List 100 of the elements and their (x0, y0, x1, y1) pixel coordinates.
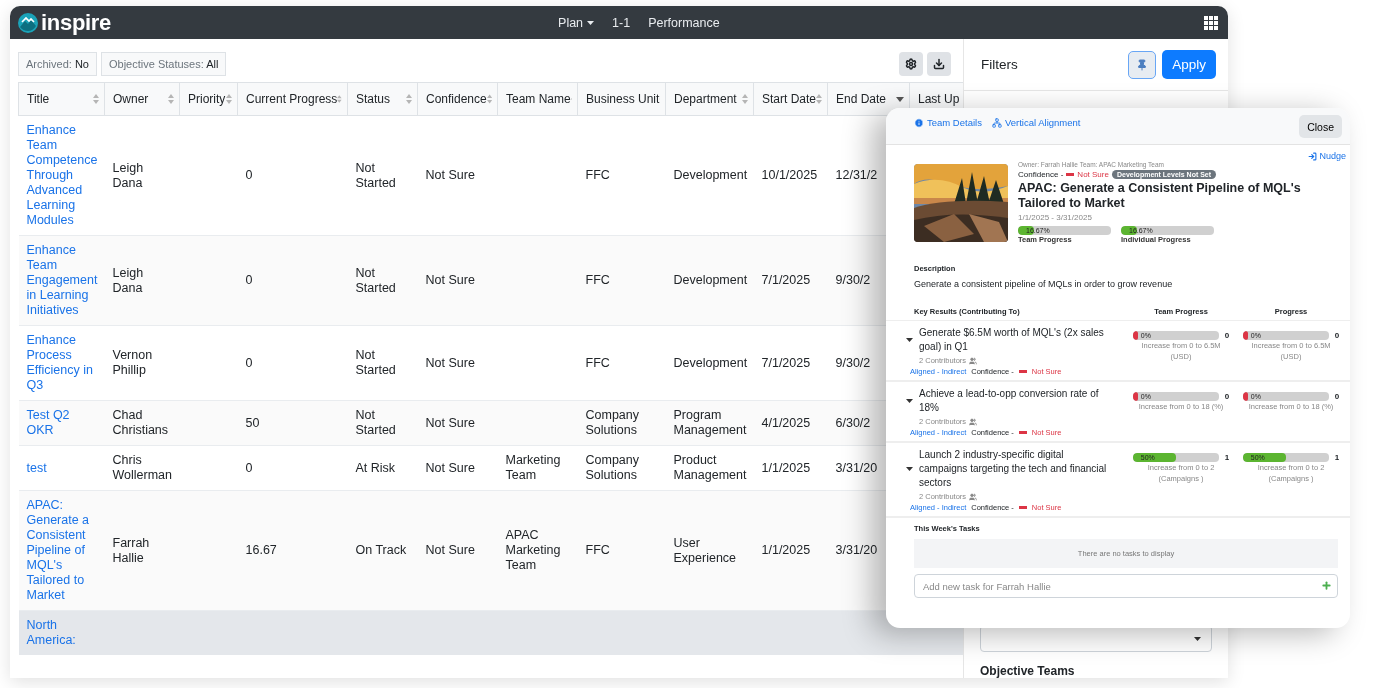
table-cell: Not Started (355, 160, 396, 190)
table-cell: 7/1/2025 (761, 355, 811, 370)
table-cell: FFC (585, 273, 610, 287)
caret-icon (906, 467, 913, 471)
filter-chip[interactable]: Archived: No (18, 52, 97, 76)
table-cell: Not Sure (425, 543, 475, 557)
objective-link[interactable]: test (26, 460, 99, 476)
table-cell: Not Started (355, 408, 396, 437)
nav-link[interactable]: 1-1 (605, 11, 638, 34)
objective-link[interactable]: Enhance Team Engagement in Learning Initiatives (26, 243, 99, 318)
table-cell: 1/1/2025 (761, 543, 811, 557)
apps-grid-icon[interactable] (1204, 15, 1218, 30)
logo-icon (18, 12, 38, 33)
nav-link[interactable]: Performance (641, 11, 727, 34)
table-cell: Program Management (673, 408, 747, 437)
table-cell: Marketing Team (505, 453, 561, 482)
pin-button[interactable] (1128, 50, 1157, 79)
table-cell: 4/1/2025 (761, 415, 811, 430)
table-cell: On Track (355, 543, 407, 557)
objective-link[interactable]: North America: (26, 618, 99, 648)
dash-icon (1066, 173, 1075, 176)
column-header[interactable]: Status (347, 82, 418, 116)
dash-icon (1018, 370, 1027, 373)
apply-button[interactable]: Apply (1162, 50, 1216, 79)
table-cell: FFC (585, 355, 610, 370)
info-icon (914, 117, 924, 128)
users-icon (969, 492, 978, 501)
table-cell: At Risk (355, 460, 396, 475)
column-header[interactable]: Title (18, 82, 105, 116)
users-icon (969, 417, 978, 426)
column-header[interactable]: Current Progress (237, 82, 348, 116)
table-cell: Not Sure (425, 415, 475, 430)
progress-value: 0 (1334, 331, 1340, 340)
progress-value: 1 (1224, 453, 1230, 462)
column-header[interactable]: Department (665, 82, 754, 116)
column-header[interactable]: Start Date (753, 82, 828, 116)
table-cell: Not Sure (425, 355, 475, 370)
settings-button[interactable] (899, 52, 923, 76)
progress-value: 0 (1334, 392, 1340, 401)
table-cell: FFC (585, 168, 610, 182)
table-cell: 3/31/20 (835, 460, 878, 475)
column-header[interactable]: Team Name (497, 82, 578, 116)
close-button[interactable]: Close (1299, 115, 1342, 138)
table-cell: 9/30/2 (835, 355, 871, 370)
highlighted-row[interactable]: North America: (18, 610, 963, 655)
objective-link[interactable]: Enhance Process Efficiency in Q3 (26, 333, 99, 393)
key-result-title: Generate $6.5M worth of MQL's (2x sales goal) in Q1 (919, 326, 1105, 354)
column-header[interactable]: Owner (104, 82, 180, 116)
dash-icon (1018, 431, 1027, 434)
table-cell: Company Solutions (585, 453, 639, 482)
column-header[interactable]: Business Unit (577, 82, 666, 116)
key-result-title: Launch 2 industry-specific digital campaigns targeting the tech and financial sectors (919, 448, 1108, 490)
table-cell: Not Started (355, 265, 396, 295)
table-cell: Company Solutions (585, 408, 639, 437)
table-cell: 50 (245, 415, 260, 430)
objective-link[interactable]: Enhance Team Competence Through Advanced Learning Modules (26, 123, 99, 228)
table-cell: 6/30/2 (835, 415, 871, 430)
table-cell: 0 (245, 168, 253, 182)
table-cell: Product Management (673, 453, 747, 482)
table-cell: Leigh Dana (112, 160, 144, 190)
column-header[interactable]: Confidence (417, 82, 498, 116)
key-result-title: Achieve a lead-to-opp conversion rate of 18% (919, 387, 1100, 415)
table-cell: 10/1/2025 (761, 168, 818, 182)
date-range: 1/1/2025 - 3/31/2025 (1018, 213, 1093, 222)
table-cell: 0 (245, 355, 253, 370)
table-cell: 0 (245, 460, 253, 475)
description-text: Generate a consistent pipeline of MQLs in order to grow revenue (914, 279, 1174, 289)
table-cell: Development (673, 168, 748, 182)
caret-icon (1194, 636, 1201, 641)
column-header[interactable]: End Date (827, 82, 910, 116)
table-cell: Leigh Dana (112, 265, 144, 295)
users-icon (969, 356, 978, 365)
column-header[interactable]: Priority (179, 82, 238, 116)
nudge-link[interactable]: Nudge (1308, 151, 1346, 161)
add-icon[interactable] (1321, 580, 1332, 591)
objective-link[interactable]: APAC: Generate a Consistent Pipeline of MQL's Tailored to Market (26, 498, 99, 603)
filter-chip[interactable]: Objective Statuses: All (101, 52, 227, 76)
table-cell: 12/31/2 (835, 168, 878, 182)
tab-link[interactable]: Team Details (914, 117, 982, 128)
download-button[interactable] (927, 52, 951, 76)
table-cell: 1/1/2025 (761, 460, 811, 475)
table-cell: Development (673, 355, 748, 370)
section-label: Objective Teams (980, 664, 1076, 678)
task-input[interactable]: Add new task for Farrah Hallie (914, 574, 1338, 598)
table-cell: Not Sure (425, 168, 475, 182)
pin-icon (1136, 58, 1149, 71)
dash-icon (1018, 506, 1027, 509)
table-cell: Farrah Hallie (112, 535, 150, 565)
brand-name: inspire (41, 9, 112, 36)
objective-link[interactable]: Test Q2 OKR (26, 408, 99, 438)
table-cell: Not Started (355, 348, 396, 377)
table-cell: Chad Christians (112, 408, 169, 437)
table-cell: 9/30/2 (835, 273, 871, 287)
table-cell: Vernon Phillip (112, 348, 153, 377)
progress-value: 0 (1224, 392, 1230, 401)
sign-in-icon (1308, 151, 1318, 161)
table-cell: APAC Marketing Team (505, 528, 561, 572)
nav-link[interactable]: Plan (551, 11, 602, 34)
progress-value: 1 (1334, 453, 1340, 462)
tab-link[interactable]: Vertical Alignment (991, 117, 1081, 128)
